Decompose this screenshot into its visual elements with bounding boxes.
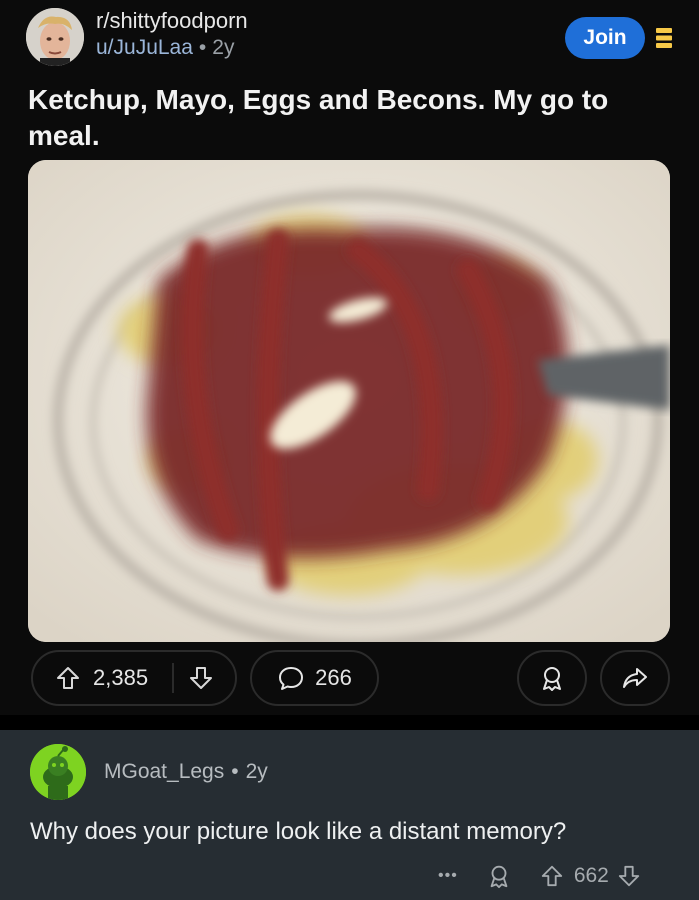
commenter-avatar[interactable] [30,744,86,800]
award-icon [538,664,566,692]
comment-author[interactable]: MGoat_Legs [104,760,224,783]
post-title[interactable]: Ketchup, Mayo, Eggs and Becons. My go to… [28,82,668,154]
post-card: r/shittyfoodporn u/JuJuLaa • 2y Join Ketch… [0,0,699,715]
comments-button[interactable]: 266 [250,650,379,706]
award-icon[interactable] [486,863,512,889]
comment-separator: • [231,760,239,783]
post-author[interactable]: u/JuJuLaa [96,36,193,59]
post-action-bar: 2,385 266 [0,650,699,710]
comment-action-bar: ••• 662 [430,858,690,894]
comment-more-button[interactable]: ••• [438,867,458,885]
downvote-arrow-icon[interactable] [188,665,214,691]
share-button[interactable] [600,650,670,706]
comment-card: MGoat_Legs • 2y Why does your picture look… [0,730,699,900]
comment-bubble-icon [277,665,305,691]
join-button[interactable]: Join [565,17,645,59]
post-meta: u/JuJuLaa • 2y [96,36,234,60]
post-image[interactable] [28,160,670,642]
comment-meta: MGoat_Legs • 2y [104,760,268,784]
upvote-arrow-icon[interactable] [55,665,81,691]
subreddit-name[interactable]: r/shittyfoodporn [96,8,248,34]
downvote-arrow-icon[interactable] [617,864,641,888]
comment-text: Why does your picture look like a distan… [30,818,567,845]
comment-age: 2y [245,760,268,783]
subreddit-avatar[interactable] [26,8,84,66]
award-button[interactable] [517,650,587,706]
meta-separator: • [198,36,207,59]
more-vertical-icon[interactable] [656,28,672,48]
vote-control: 2,385 [31,650,237,706]
upvote-arrow-icon[interactable] [540,864,564,888]
comment-count: 266 [315,665,352,690]
vote-separator [172,663,175,693]
share-arrow-icon [621,665,649,691]
upvote-count: 2,385 [93,665,149,690]
comment-vote-count: 662 [573,864,609,887]
post-age: 2y [212,36,235,59]
